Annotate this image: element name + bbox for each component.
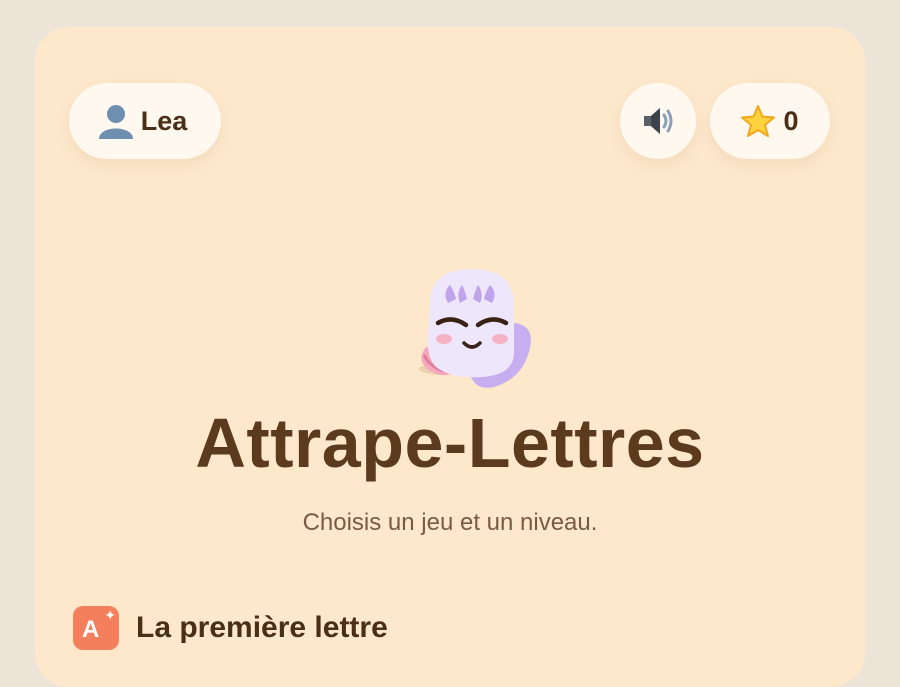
player-name: Lea xyxy=(140,105,188,136)
star-score-badge: 0 xyxy=(710,83,830,159)
game-subtitle: Choisis un jeu et un niveau. xyxy=(302,509,598,536)
user-icon xyxy=(98,105,133,139)
sparkle-icon: ✦ xyxy=(104,607,116,623)
star-icon xyxy=(741,105,776,137)
section-title-first-letter[interactable]: La première lettre xyxy=(136,606,388,650)
star-count: 0 xyxy=(783,105,799,136)
player-profile-button[interactable]: Lea xyxy=(69,83,221,159)
game-card: Lea 0 Attrape-Lettres Choisis un jeu et … xyxy=(35,27,865,687)
speaker-icon xyxy=(644,108,673,134)
letter-a-sparkle-icon: A ✦ xyxy=(73,606,119,650)
sound-toggle-button[interactable] xyxy=(620,83,696,159)
ghost-mascot-icon xyxy=(419,269,531,388)
game-title: Attrape-Lettres xyxy=(195,404,705,482)
section-icon-letter: A xyxy=(82,616,100,643)
